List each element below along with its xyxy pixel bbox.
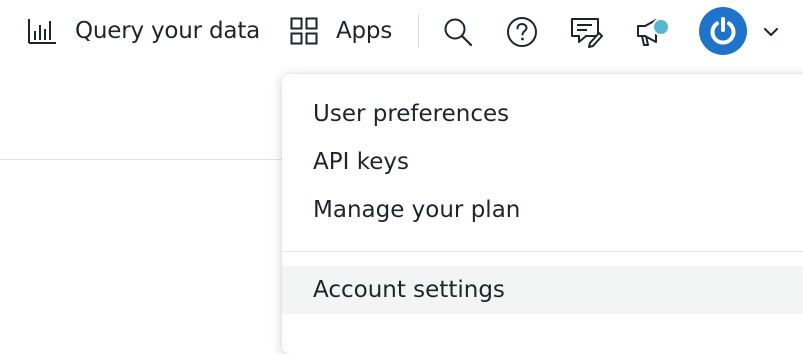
menu-item-manage-your-plan[interactable]: Manage your plan bbox=[282, 186, 803, 234]
top-navigation-bar: Query your data Apps bbox=[0, 0, 803, 64]
menu-item-user-preferences[interactable]: User preferences bbox=[282, 90, 803, 138]
feedback-button[interactable] bbox=[566, 12, 606, 52]
content-divider bbox=[0, 159, 300, 160]
toolbar-separator bbox=[418, 14, 419, 48]
search-button[interactable] bbox=[438, 12, 478, 52]
user-avatar-button[interactable] bbox=[699, 7, 747, 55]
search-icon bbox=[443, 17, 473, 47]
menu-item-api-keys[interactable]: API keys bbox=[282, 138, 803, 186]
help-button[interactable] bbox=[502, 12, 542, 52]
apps-link[interactable]: Apps bbox=[290, 11, 392, 51]
menu-item-label: User preferences bbox=[313, 101, 510, 127]
menu-divider bbox=[282, 251, 803, 252]
power-icon bbox=[708, 16, 738, 46]
help-icon bbox=[506, 16, 538, 48]
feedback-icon bbox=[569, 16, 603, 48]
menu-item-label: Manage your plan bbox=[313, 197, 521, 223]
menu-item-account-settings[interactable]: Account settings bbox=[282, 266, 803, 314]
menu-item-label: API keys bbox=[313, 149, 409, 175]
query-your-data-label: Query your data bbox=[75, 18, 261, 44]
grid-icon bbox=[290, 17, 318, 45]
menu-item-label: Account settings bbox=[313, 277, 505, 303]
apps-label: Apps bbox=[336, 18, 393, 44]
chevron-down-icon bbox=[764, 27, 778, 37]
query-your-data-link[interactable]: Query your data bbox=[27, 11, 260, 51]
user-menu-dropdown: User preferences API keys Manage your pl… bbox=[282, 74, 803, 354]
bar-chart-icon bbox=[27, 17, 57, 45]
user-menu-toggle[interactable] bbox=[761, 22, 781, 42]
notification-dot bbox=[652, 18, 670, 36]
announcements-button[interactable] bbox=[630, 12, 670, 52]
